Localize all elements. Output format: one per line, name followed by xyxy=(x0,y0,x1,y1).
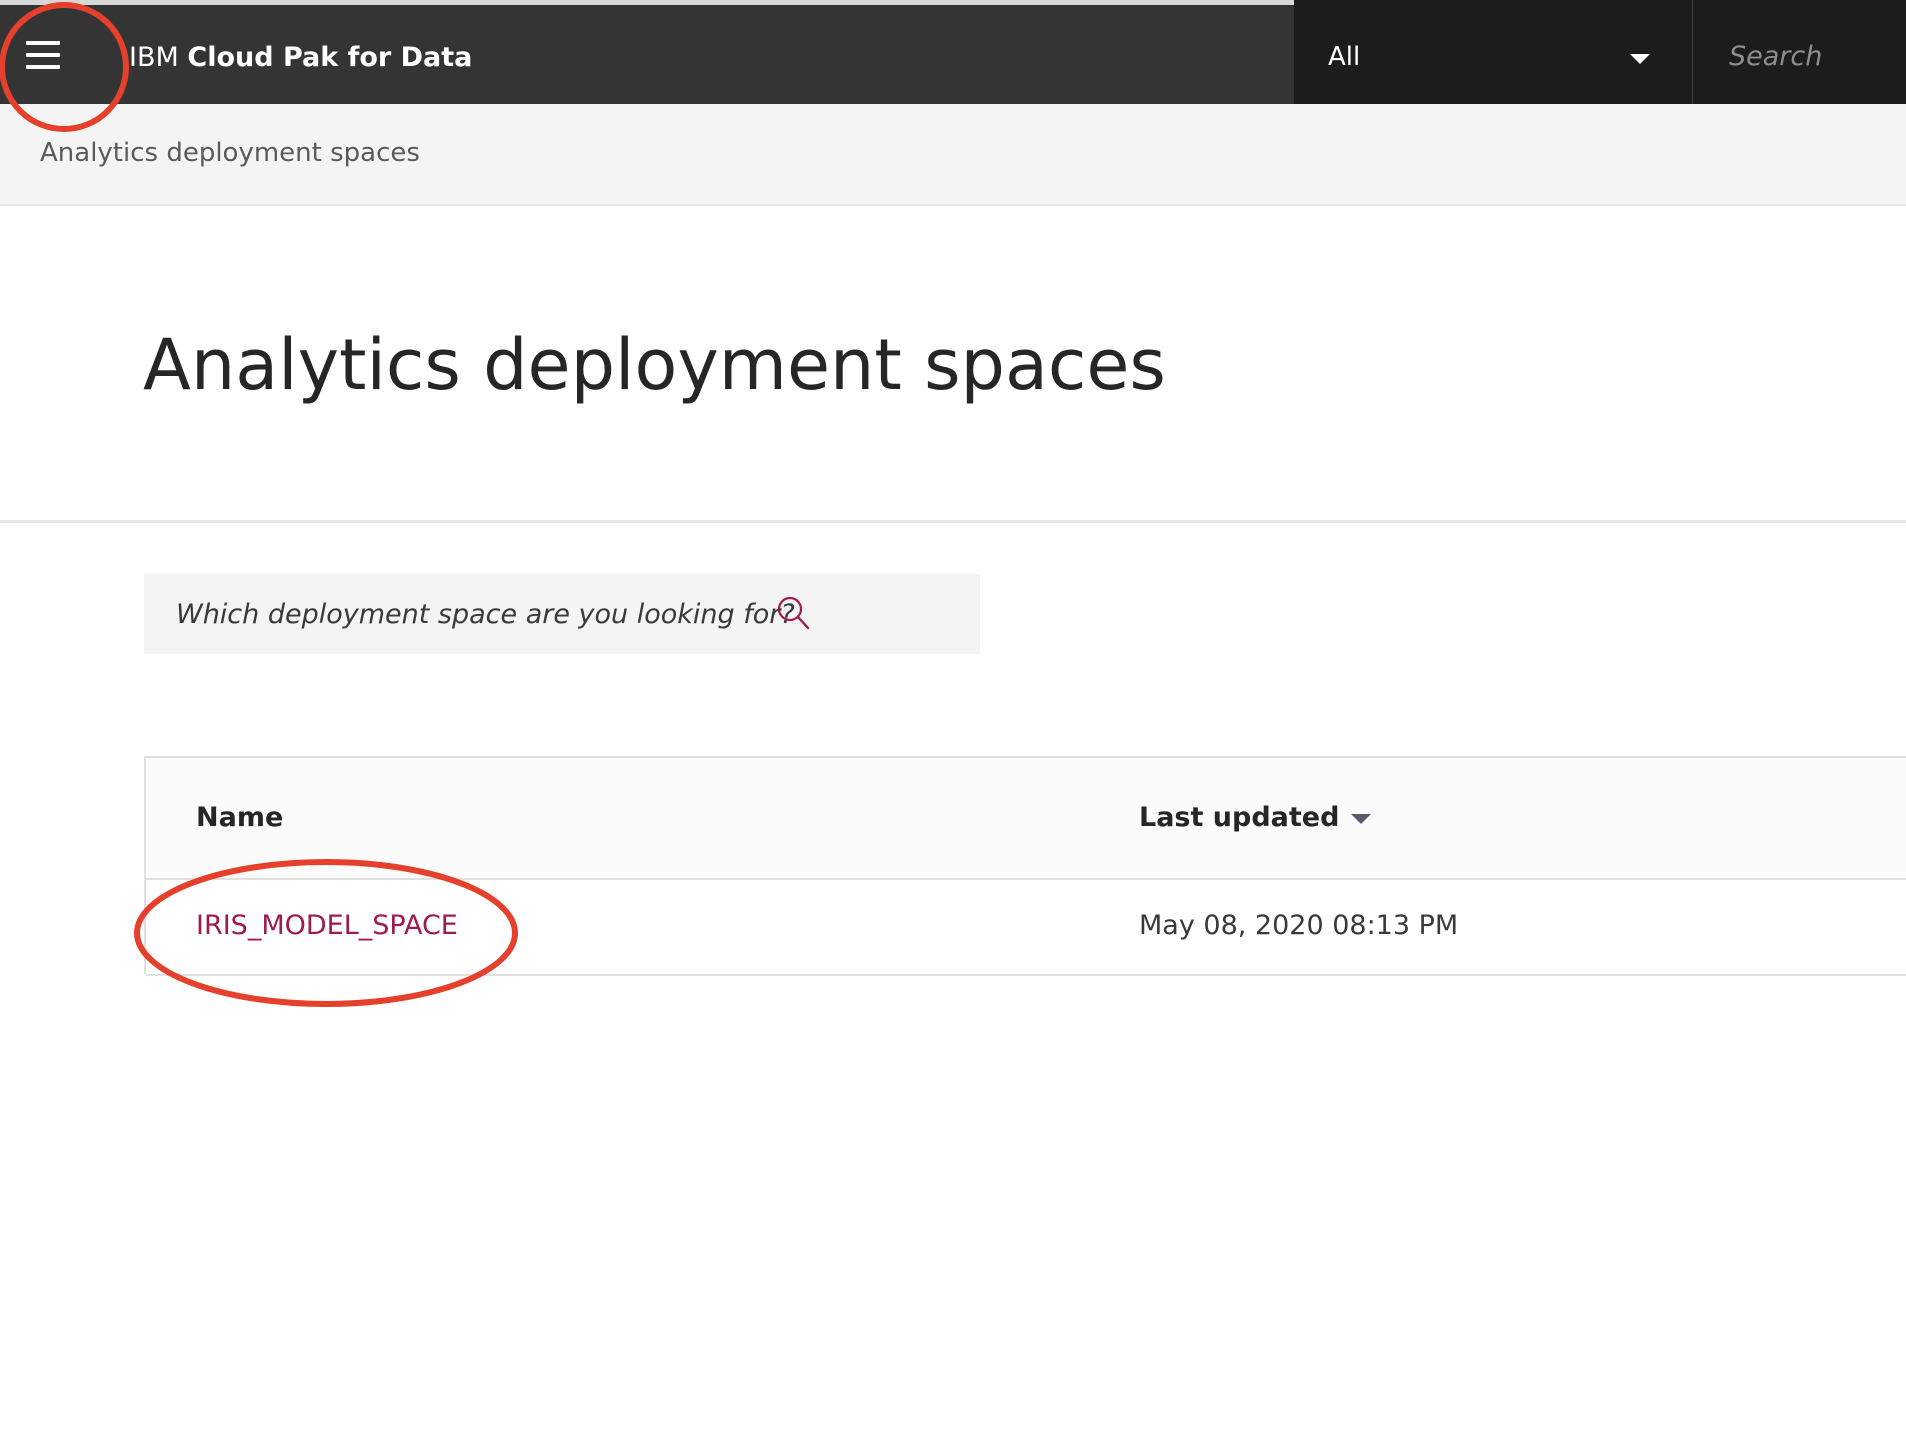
space-name-link[interactable]: IRIS_MODEL_SPACE xyxy=(196,910,458,941)
global-search-input[interactable] xyxy=(1729,36,1899,76)
hamburger-menu-icon[interactable] xyxy=(26,41,62,71)
brand-prefix: IBM xyxy=(129,42,179,73)
breadcrumb-bar: Analytics deployment spaces xyxy=(0,104,1906,206)
column-header-last-updated[interactable]: Last updated xyxy=(1139,802,1372,833)
search-icon[interactable] xyxy=(774,594,812,632)
space-last-updated: May 08, 2020 08:13 PM xyxy=(1139,910,1459,941)
column-header-name[interactable]: Name xyxy=(196,802,283,833)
scope-dropdown[interactable]: All xyxy=(1294,0,1692,104)
scope-dropdown-value: All xyxy=(1328,42,1361,72)
global-search xyxy=(1692,0,1906,104)
space-search-box xyxy=(144,574,980,654)
sort-descending-icon xyxy=(1351,813,1372,824)
chevron-down-icon xyxy=(1630,54,1650,64)
breadcrumb: Analytics deployment spaces xyxy=(40,138,420,168)
section-divider xyxy=(0,520,1906,523)
table-header: Name Last updated xyxy=(146,758,1906,880)
spaces-table: Name Last updated IRIS_MODEL_SPACE May 0… xyxy=(144,756,1906,976)
brand-name: Cloud Pak for Data xyxy=(187,42,473,73)
table-row[interactable]: IRIS_MODEL_SPACE May 08, 2020 08:13 PM xyxy=(146,880,1906,976)
page-title: Analytics deployment spaces xyxy=(143,324,1166,406)
column-header-last-updated-label: Last updated xyxy=(1139,802,1340,833)
product-brand: IBM Cloud Pak for Data xyxy=(129,41,472,75)
top-navigation-bar: IBM Cloud Pak for Data All xyxy=(0,0,1906,104)
